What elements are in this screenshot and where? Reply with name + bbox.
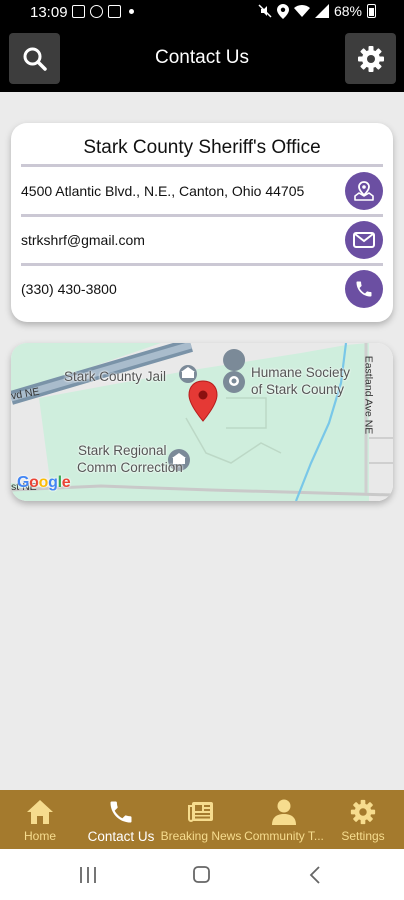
location-map[interactable]: Stark County Jail Humane Society of Star… <box>11 343 393 501</box>
status-time: 13:09 <box>30 4 68 21</box>
back-icon[interactable] <box>309 866 320 884</box>
divider <box>21 164 383 167</box>
nav-settings-label: Settings <box>341 829 385 843</box>
newspaper-icon <box>188 802 213 822</box>
check-notification-icon <box>108 5 121 18</box>
app-notification-icon <box>90 5 103 18</box>
google-logo: Google <box>17 474 71 491</box>
email-row[interactable]: strkshrf@gmail.com <box>21 217 383 263</box>
map-directions-button[interactable] <box>345 172 383 210</box>
map-label-humane-1: Humane Society <box>251 365 351 380</box>
nav-community-label: Community T... <box>244 829 324 843</box>
location-icon <box>276 3 289 19</box>
gear-icon <box>357 45 384 72</box>
office-name: Stark County Sheriff's Office <box>83 137 321 158</box>
system-navigation-bar <box>0 849 404 900</box>
settings-button[interactable] <box>345 33 396 84</box>
home-icon <box>27 800 53 824</box>
phone-row[interactable]: (330) 430-3800 <box>21 266 383 312</box>
nav-breaking-news-label: Breaking News <box>160 829 242 843</box>
map-pin-icon <box>354 181 374 201</box>
address-text: 4500 Atlantic Blvd., N.E., Canton, Ohio … <box>21 183 305 199</box>
phone-icon <box>356 281 372 297</box>
status-bar: 13:09 68% <box>0 0 404 26</box>
gallery-notification-icon <box>72 5 85 18</box>
call-button[interactable] <box>345 270 383 308</box>
nav-contact-us[interactable]: Contact Us <box>84 790 158 849</box>
map-label-regional-1: Stark Regional <box>78 443 167 458</box>
contact-card: Stark County Sheriff's Office 4500 Atlan… <box>11 123 393 322</box>
notification-icons <box>72 5 134 18</box>
map-label-humane-2: of Stark County <box>251 382 345 397</box>
wifi-icon <box>293 4 310 18</box>
envelope-icon <box>353 232 375 248</box>
mute-icon <box>258 4 272 18</box>
more-notifications-icon <box>129 9 134 14</box>
home-button-icon[interactable] <box>193 866 210 883</box>
map-label-regional-2: Comm Correction <box>77 460 183 475</box>
recent-apps-icon[interactable] <box>80 867 96 883</box>
bottom-navigation: Home Contact Us Breaking News Community … <box>0 790 404 849</box>
battery-icon <box>367 4 376 18</box>
app-bar: Contact Us <box>0 26 404 92</box>
email-button[interactable] <box>345 221 383 259</box>
gear-icon <box>350 799 376 825</box>
page-title: Contact Us <box>155 47 249 68</box>
person-icon <box>272 799 296 825</box>
map-label-eastland: Eastland Ave NE <box>362 355 375 435</box>
signal-icon <box>314 4 329 18</box>
nav-home-label: Home <box>23 829 56 843</box>
nav-contact-us-label: Contact Us <box>87 829 155 844</box>
address-row[interactable]: 4500 Atlantic Blvd., N.E., Canton, Ohio … <box>21 168 383 214</box>
battery-percent: 68% <box>333 3 362 19</box>
nav-community[interactable]: Community T... <box>242 790 326 849</box>
nav-settings[interactable]: Settings <box>336 790 390 849</box>
phone-text: (330) 430-3800 <box>21 281 117 297</box>
phone-icon <box>110 801 132 823</box>
system-status-icons: 68% <box>258 3 376 19</box>
email-text: strkshrf@gmail.com <box>21 232 145 248</box>
map-label-jail: Stark County Jail <box>64 369 167 384</box>
nav-home[interactable]: Home <box>10 790 70 849</box>
nav-breaking-news[interactable]: Breaking News <box>160 790 242 849</box>
